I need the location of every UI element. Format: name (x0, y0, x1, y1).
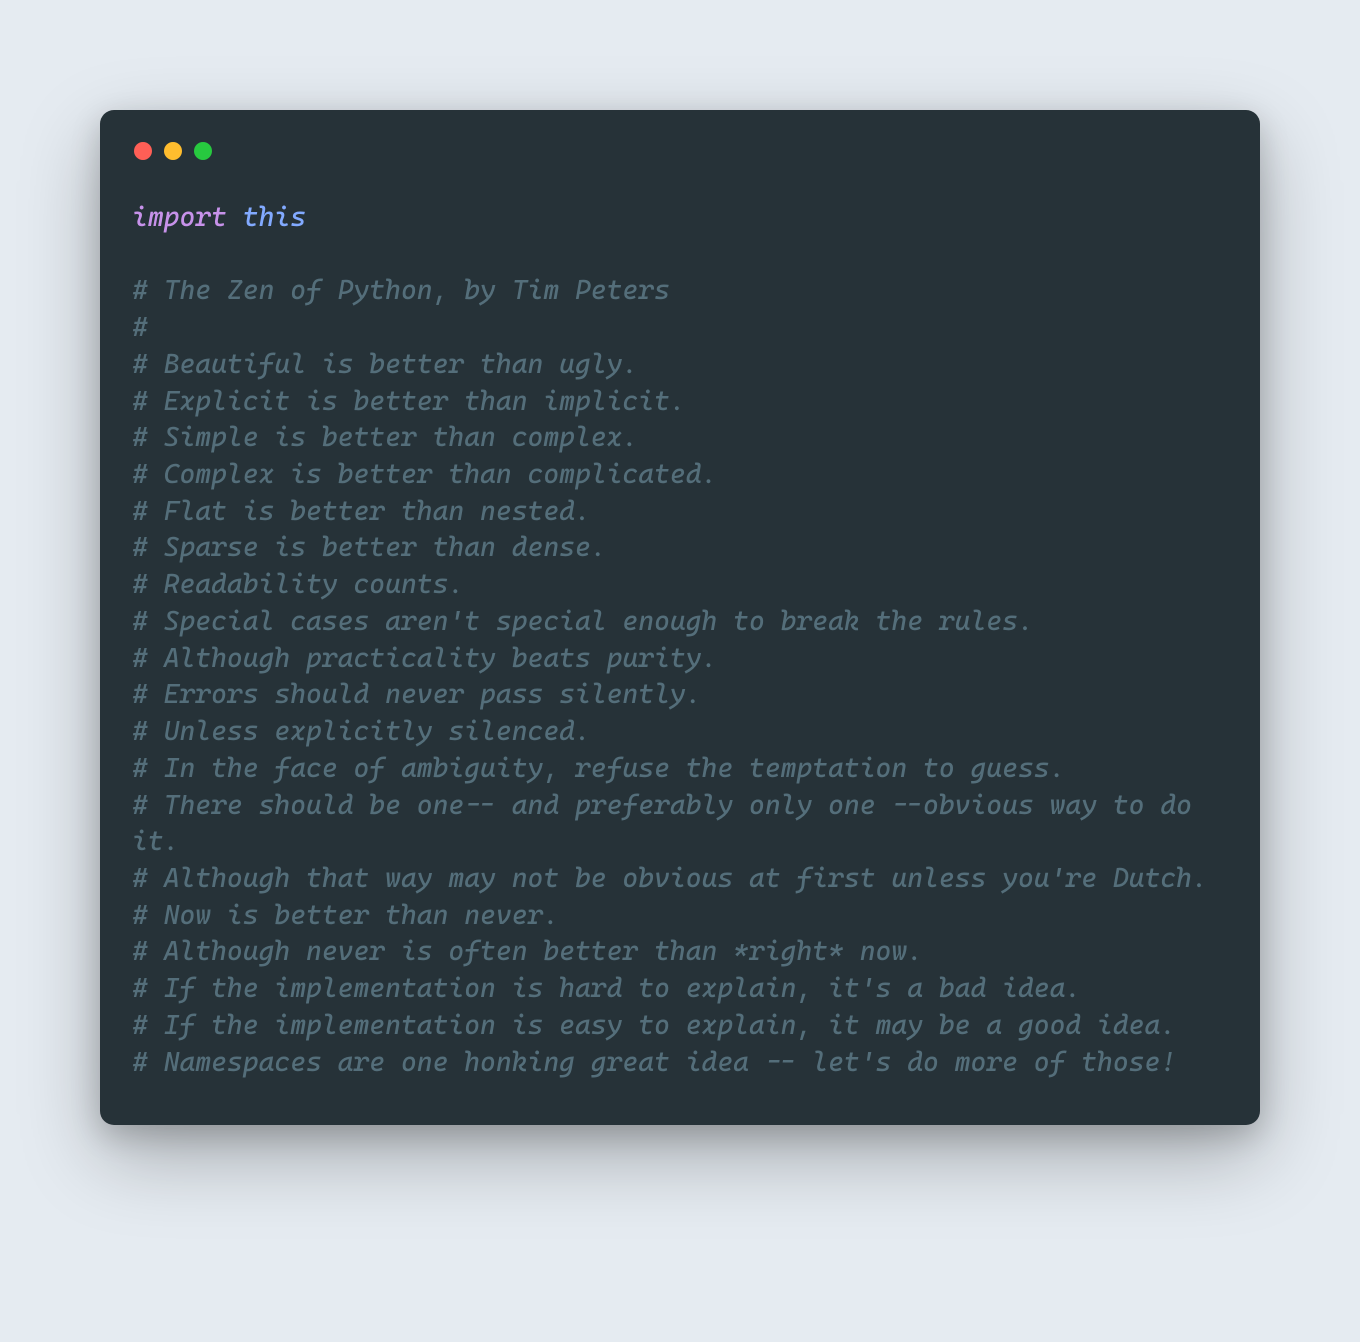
code-comments: # The Zen of Python, by Tim Peters # # B… (132, 275, 1208, 1077)
keyword-import: import (132, 202, 227, 233)
code-window: import this # The Zen of Python, by Tim … (100, 110, 1260, 1125)
code-block: import this # The Zen of Python, by Tim … (132, 200, 1228, 1081)
minimize-icon[interactable] (164, 142, 182, 160)
zoom-icon[interactable] (194, 142, 212, 160)
close-icon[interactable] (134, 142, 152, 160)
module-name: this (243, 202, 306, 233)
window-controls (134, 142, 1228, 160)
